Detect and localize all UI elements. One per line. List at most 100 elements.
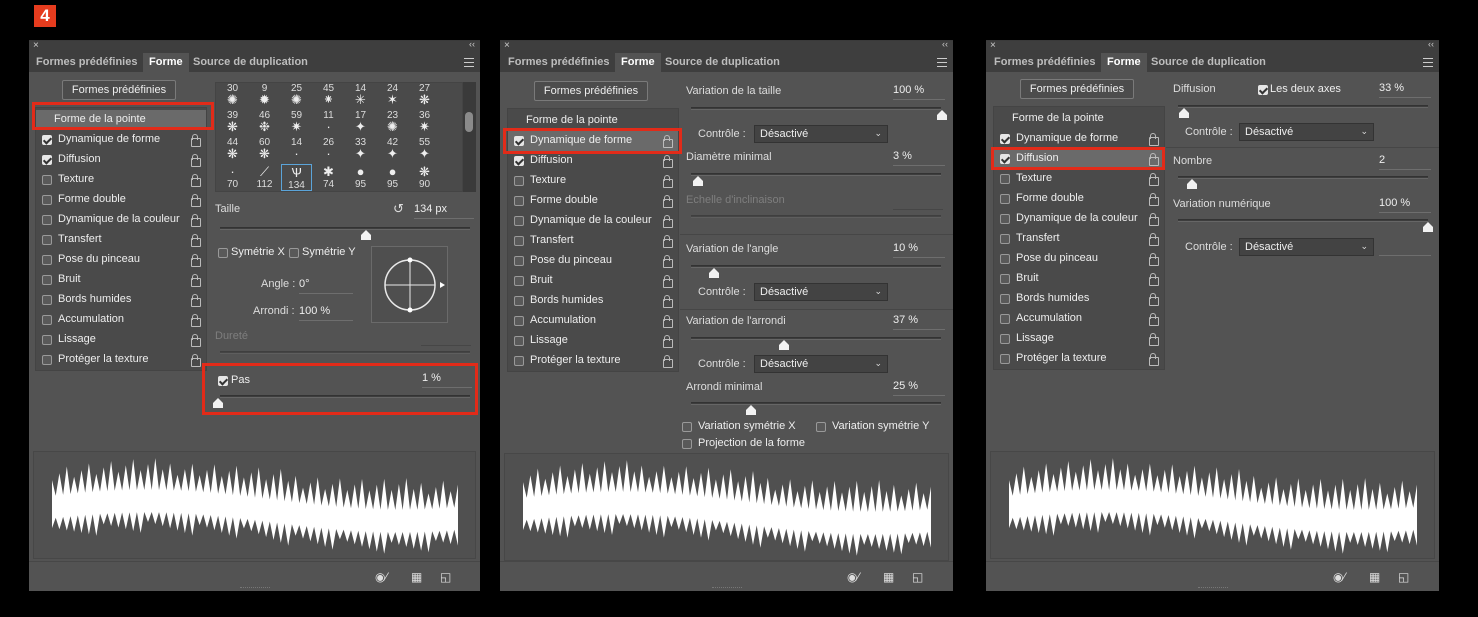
scatter-value[interactable]: 33 % <box>1379 82 1431 98</box>
brush-tip-preset[interactable]: 46 ❉ <box>249 110 280 137</box>
list-item-checkbox[interactable] <box>1000 214 1010 224</box>
brush-tip-preset[interactable]: 11 ∙ <box>313 110 344 137</box>
panel-menu-icon[interactable] <box>464 58 474 67</box>
collapse-icon[interactable]: ‹‹ <box>469 39 475 49</box>
brush-tip-preset[interactable]: 55 ✦ <box>409 137 440 164</box>
lock-icon[interactable] <box>190 294 201 307</box>
list-item[interactable]: Lissage <box>508 331 678 351</box>
lock-icon[interactable] <box>662 175 673 188</box>
brush-tip-preset[interactable]: 112 ⟋ <box>249 164 280 191</box>
lock-icon[interactable] <box>662 215 673 228</box>
lock-icon[interactable] <box>190 194 201 207</box>
list-item-checkbox[interactable] <box>514 196 524 206</box>
new-brush-icon[interactable]: ◱ <box>440 570 451 584</box>
brush-tip-preset[interactable]: 26 · <box>313 137 344 164</box>
tab-brush[interactable]: Forme <box>615 53 661 72</box>
toggle-visibility-icon[interactable]: ◉⁄ <box>375 570 387 584</box>
list-item-checkbox[interactable] <box>514 216 524 226</box>
list-item[interactable]: Texture <box>508 171 678 191</box>
list-item-checkbox[interactable] <box>42 275 52 285</box>
both-axes-row[interactable]: Les deux axes <box>1252 80 1352 100</box>
list-item[interactable]: Dynamique de la couleur <box>994 209 1164 229</box>
list-item-checkbox[interactable] <box>42 335 52 345</box>
grid-icon[interactable]: ▦ <box>411 570 422 584</box>
brush-tip-preset[interactable]: 24 ✶ <box>377 83 408 110</box>
flip-x-row[interactable]: Symétrie X <box>212 243 292 263</box>
presets-button[interactable]: Formes prédéfinies <box>1020 79 1134 99</box>
list-item-checkbox[interactable] <box>42 255 52 265</box>
list-item[interactable]: Pose du pinceau <box>36 250 206 270</box>
count-jitter-thumb[interactable] <box>1423 222 1434 233</box>
lock-icon[interactable] <box>1148 193 1159 206</box>
brush-tip-preset[interactable]: 95 ● <box>345 164 376 191</box>
grid-icon[interactable]: ▦ <box>1369 570 1380 584</box>
tab-clone-source[interactable]: Source de duplication <box>1151 53 1266 72</box>
brush-tip-preset[interactable]: 60 ❋ <box>249 137 280 164</box>
collapse-icon[interactable]: ‹‹ <box>942 39 948 49</box>
min-roundness-thumb[interactable] <box>746 405 757 416</box>
list-item-checkbox[interactable] <box>514 256 524 266</box>
list-item-checkbox[interactable] <box>1000 234 1010 244</box>
lock-icon[interactable] <box>662 195 673 208</box>
list-item-checkbox[interactable] <box>1000 354 1010 364</box>
lock-icon[interactable] <box>190 234 201 247</box>
lock-icon[interactable] <box>1148 273 1159 286</box>
list-item-checkbox[interactable] <box>514 336 524 346</box>
roundness-jitter-track[interactable] <box>691 337 941 340</box>
tab-clone-source[interactable]: Source de duplication <box>193 53 308 72</box>
flip-x-checkbox[interactable] <box>218 248 228 258</box>
spacing-row[interactable]: Pas <box>212 371 292 391</box>
scatter-control-select[interactable]: Désactivé ⌄ <box>1239 123 1374 141</box>
lock-icon[interactable] <box>190 154 201 167</box>
list-item-checkbox[interactable] <box>42 235 52 245</box>
lock-icon[interactable] <box>1148 313 1159 326</box>
size-control-select[interactable]: Désactivé ⌄ <box>754 125 888 143</box>
list-item-checkbox[interactable] <box>514 236 524 246</box>
lock-icon[interactable] <box>1148 233 1159 246</box>
presets-button[interactable]: Formes prédéfinies <box>62 80 176 100</box>
lock-icon[interactable] <box>662 135 673 148</box>
angle-value[interactable]: 0° <box>299 278 353 294</box>
list-item[interactable]: Accumulation <box>994 309 1164 329</box>
brush-projection-row[interactable]: Projection de la forme <box>676 434 836 454</box>
both-axes-checkbox[interactable] <box>1258 85 1268 95</box>
list-item[interactable]: Bruit <box>508 271 678 291</box>
count-jitter-value[interactable]: 100 % <box>1379 197 1431 213</box>
new-brush-icon[interactable]: ◱ <box>912 570 923 584</box>
angle-jitter-track[interactable] <box>691 265 941 268</box>
lock-icon[interactable] <box>1148 153 1159 166</box>
lock-icon[interactable] <box>662 355 673 368</box>
lock-icon[interactable] <box>190 134 201 147</box>
size-jitter-thumb[interactable] <box>937 110 948 121</box>
list-item-checkbox[interactable] <box>1000 294 1010 304</box>
panel-menu-icon[interactable] <box>1423 58 1433 67</box>
list-item[interactable]: Bords humides <box>994 289 1164 309</box>
angle-ellipse-icon[interactable] <box>372 247 449 324</box>
list-item-checkbox[interactable] <box>514 156 524 166</box>
min-roundness-value[interactable]: 25 % <box>893 380 945 396</box>
tab-brush[interactable]: Forme <box>1101 53 1147 72</box>
list-item[interactable]: Bruit <box>994 269 1164 289</box>
brush-tip-preset[interactable]: 14 ✳ <box>345 83 376 110</box>
list-item-checkbox[interactable] <box>42 135 52 145</box>
list-item-checkbox[interactable] <box>514 356 524 366</box>
list-item[interactable]: Transfert <box>994 229 1164 249</box>
roundness-value[interactable]: 100 % <box>299 305 353 321</box>
brush-tip-preset[interactable]: 74 ✱ <box>313 164 344 191</box>
lock-icon[interactable] <box>190 334 201 347</box>
lock-icon[interactable] <box>662 255 673 268</box>
brush-tip-preset[interactable]: 44 ❋ <box>217 137 248 164</box>
lock-icon[interactable] <box>1148 353 1159 366</box>
min-roundness-track[interactable] <box>691 402 941 405</box>
list-item-checkbox[interactable] <box>1000 194 1010 204</box>
grid-scrollbar[interactable] <box>463 82 476 192</box>
list-item-checkbox[interactable] <box>42 195 52 205</box>
list-item[interactable]: Texture <box>994 169 1164 189</box>
min-diameter-thumb[interactable] <box>693 176 704 187</box>
list-item[interactable]: Forme double <box>36 190 206 210</box>
list-item[interactable]: Dynamique de forme <box>994 129 1164 149</box>
size-slider-thumb[interactable] <box>361 230 372 241</box>
brush-tip-preset[interactable]: 45 ⁕ <box>313 83 344 110</box>
new-brush-icon[interactable]: ◱ <box>1398 570 1409 584</box>
spacing-slider-thumb[interactable] <box>213 398 224 409</box>
